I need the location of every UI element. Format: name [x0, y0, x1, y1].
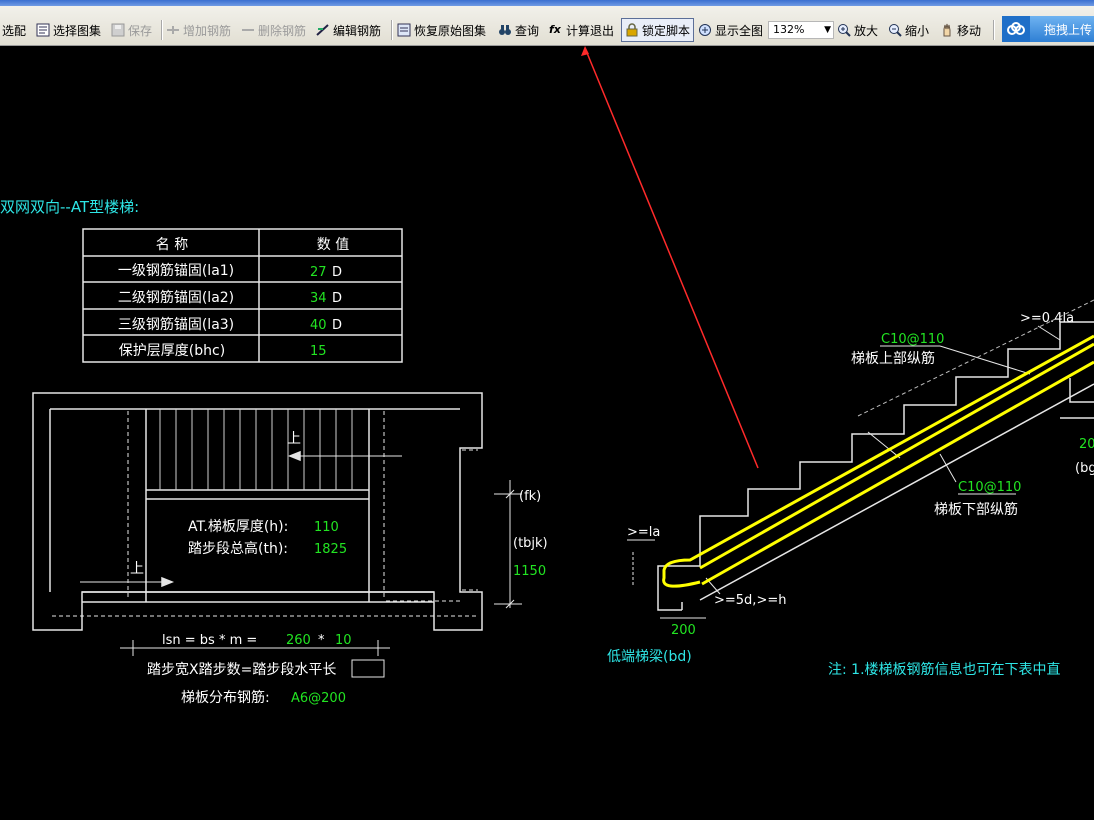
hand-icon — [940, 23, 954, 37]
zoom-out-icon — [888, 23, 902, 37]
low-beam-label: 低端梯梁(bd) — [607, 649, 692, 665]
table-row-unit: D — [332, 318, 342, 333]
move-button[interactable]: 移动 — [940, 19, 981, 41]
stair-type-heading: 双网双向--AT型楼梯: — [0, 198, 139, 216]
zoom-in-button[interactable]: 放大 — [837, 19, 878, 41]
formula-text: 踏步宽X踏步数=踏步段水平长 — [147, 661, 336, 678]
chevron-down-icon: ▼ — [824, 25, 831, 35]
edit-rebar-label: 编辑钢筋 — [333, 23, 382, 38]
toolbar-separator — [391, 20, 393, 40]
table-row-value[interactable]: 34 — [310, 291, 327, 306]
lock-script-label: 锁定脚本 — [642, 23, 691, 38]
zoom-value: 132% — [773, 23, 805, 36]
distribution-rebar-value[interactable]: A6@200 — [291, 691, 346, 706]
add-rebar-icon — [166, 23, 180, 37]
beam-label-right: (bg — [1075, 461, 1094, 476]
calc-exit-button[interactable]: fx 计算退出 — [549, 19, 614, 41]
select-config-button[interactable]: 选配 — [2, 19, 26, 41]
edit-rebar-icon — [316, 23, 330, 37]
tbjk-value[interactable]: 1150 — [513, 564, 546, 579]
table-row-value[interactable]: 15 — [310, 344, 327, 359]
distribution-rebar-label: 梯板分布钢筋: — [181, 689, 270, 706]
fk-label: (fk) — [519, 489, 541, 504]
move-label: 移动 — [957, 23, 982, 38]
anchor-top-label: >=0.4la — [1020, 311, 1074, 326]
toolbar-separator — [161, 20, 163, 40]
edit-rebar-button[interactable]: 编辑钢筋 — [316, 19, 381, 41]
tbjk-label: (tbjk) — [513, 536, 548, 551]
note-text: 注: 1.楼梯板钢筋信息也可在下表中直 — [828, 661, 1061, 678]
toolbar: 选配 选择图集 保存 增加钢筋 删除钢筋 编辑钢筋 恢复原始图集 查询 fx 计… — [0, 0, 1094, 46]
height-label: 踏步段总高(th): — [188, 540, 288, 557]
zoom-all-icon — [698, 23, 712, 37]
zoom-out-button[interactable]: 缩小 — [888, 19, 929, 41]
atlas-icon — [36, 23, 50, 37]
bottom-rebar-label: 梯板下部纵筋 — [934, 501, 1018, 518]
thickness-value[interactable]: 110 — [314, 520, 339, 535]
table-row-unit: D — [332, 265, 342, 280]
restore-atlas-label: 恢复原始图集 — [414, 23, 487, 38]
plan-up-label: 上 — [287, 431, 301, 447]
delete-rebar-label: 删除钢筋 — [258, 23, 307, 38]
toolbar-separator — [993, 20, 995, 40]
zoom-out-label: 缩小 — [905, 23, 930, 38]
query-button[interactable]: 查询 — [498, 19, 539, 41]
binoculars-icon — [498, 23, 512, 37]
height-value[interactable]: 1825 — [314, 542, 347, 557]
query-label: 查询 — [515, 23, 540, 38]
save-label: 保存 — [128, 23, 153, 38]
lock-icon — [625, 23, 639, 37]
zoom-select[interactable]: 132% ▼ — [768, 21, 834, 39]
thickness-label: AT.梯板厚度(h): — [188, 519, 288, 535]
zoom-in-label: 放大 — [854, 23, 879, 38]
beam-width-right-value[interactable]: 20 — [1079, 437, 1094, 452]
delete-rebar-icon — [241, 23, 255, 37]
delete-rebar-button[interactable]: 删除钢筋 — [241, 19, 306, 41]
save-icon — [111, 23, 125, 37]
times-sign: * — [318, 633, 325, 648]
table-row-name: 一级钢筋锚固(la1) — [118, 262, 234, 279]
bs-value[interactable]: 260 — [286, 633, 311, 648]
table-row-value[interactable]: 27 — [310, 265, 327, 280]
lock-script-button[interactable]: 锁定脚本 — [621, 18, 695, 42]
show-all-label: 显示全图 — [715, 23, 764, 38]
table-row-unit: D — [332, 291, 342, 306]
table-row-name: 三级钢筋锚固(la3) — [118, 316, 234, 333]
show-all-button[interactable]: 显示全图 — [698, 19, 763, 41]
beam-width-value[interactable]: 200 — [671, 623, 696, 638]
select-config-label: 选配 — [2, 23, 27, 38]
bottom-rebar-value[interactable]: C10@110 — [958, 480, 1021, 495]
table-header-name: 名 称 — [156, 237, 188, 253]
add-rebar-button[interactable]: 增加钢筋 — [166, 19, 231, 41]
restore-atlas-button[interactable]: 恢复原始图集 — [397, 19, 486, 41]
choose-atlas-button[interactable]: 选择图集 — [36, 19, 101, 41]
anchor-la-label: >=la — [627, 525, 660, 540]
table-header-value: 数 值 — [317, 237, 349, 253]
top-rebar-label: 梯板上部纵筋 — [851, 350, 935, 367]
save-button[interactable]: 保存 — [111, 19, 152, 41]
drawing-canvas[interactable]: 双网双向--AT型楼梯: 名 称 数 值 一级钢筋锚固(la1) 27 D 二级… — [0, 46, 1094, 820]
zoom-in-icon — [837, 23, 851, 37]
add-rebar-label: 增加钢筋 — [183, 23, 232, 38]
choose-atlas-label: 选择图集 — [53, 23, 102, 38]
title-bar-strip — [0, 0, 1094, 6]
top-rebar-value[interactable]: C10@110 — [881, 332, 944, 347]
stair-plan-view — [32, 392, 522, 678]
anchor-5d-label: >=5d,>=h — [714, 593, 786, 608]
table-row-name: 保护层厚度(bhc) — [119, 343, 225, 359]
fx-icon: fx — [549, 23, 561, 36]
drag-upload-label: 拖拽上传 — [1044, 22, 1093, 37]
table-row-value[interactable]: 40 — [310, 318, 327, 333]
lsn-label: lsn = bs * m = — [162, 633, 257, 648]
cloud-icon — [1002, 16, 1030, 42]
table-row-name: 二级钢筋锚固(la2) — [118, 289, 234, 306]
m-value[interactable]: 10 — [335, 633, 352, 648]
calc-exit-label: 计算退出 — [566, 23, 615, 38]
plan-up-label: 上 — [130, 561, 144, 577]
drag-upload-button[interactable]: 拖拽上传 — [1002, 16, 1094, 42]
restore-icon — [397, 23, 411, 37]
annotation-arrow — [584, 47, 759, 469]
